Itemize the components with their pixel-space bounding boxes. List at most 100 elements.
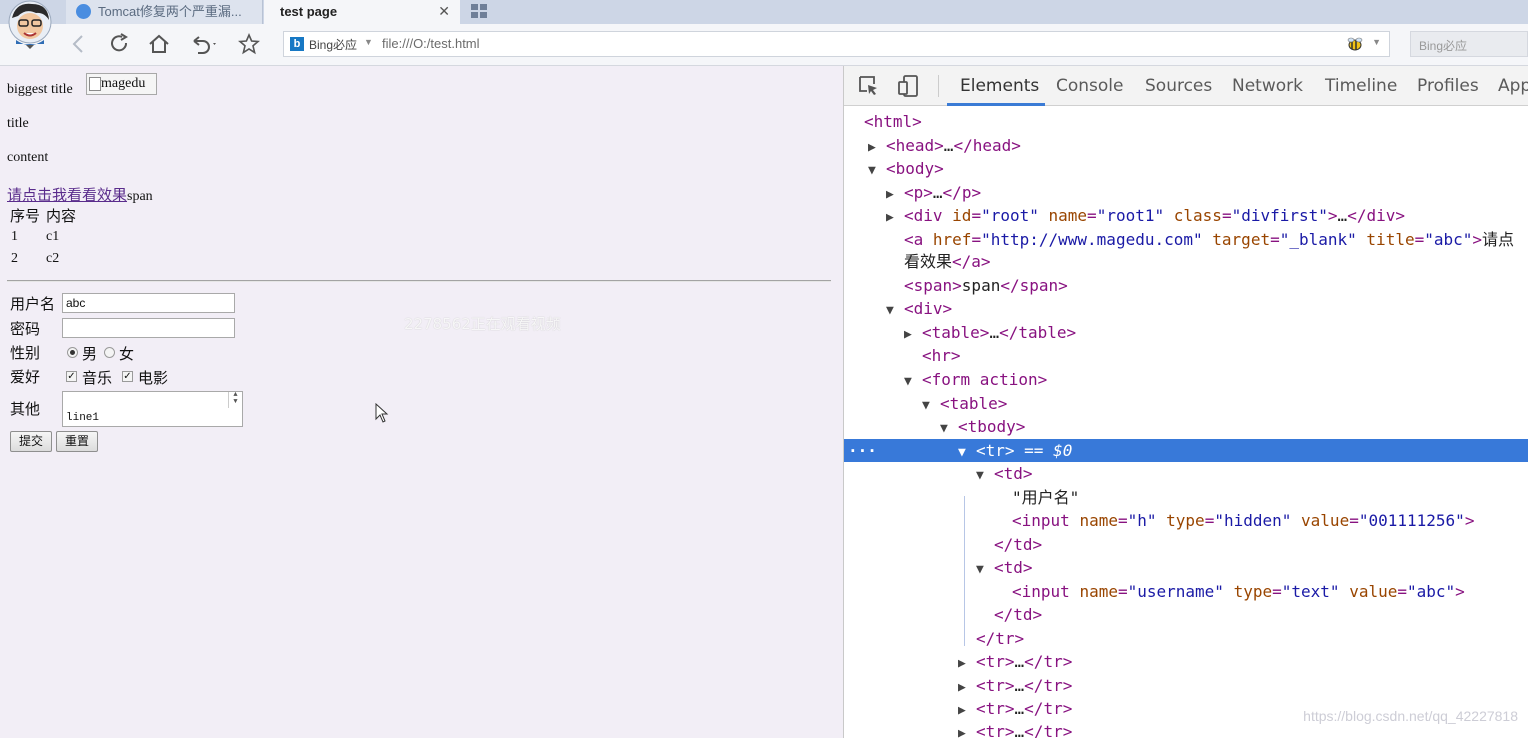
tab-elements[interactable]: Elements <box>960 76 1039 96</box>
search-box[interactable]: Bing必应 <box>1410 31 1528 57</box>
dom-node-text: <table>…</table> <box>922 323 1077 342</box>
dom-node-text: <td> <box>994 558 1033 577</box>
tab-console[interactable]: Console <box>1056 76 1124 96</box>
collapse-triangle-icon[interactable]: ▼ <box>976 464 994 487</box>
tab-tomcat[interactable]: Tomcat修复两个严重漏... <box>66 0 263 24</box>
expand-triangle-icon[interactable]: ▶ <box>886 183 904 206</box>
dom-node[interactable]: </td> <box>844 603 1528 626</box>
undo-icon[interactable] <box>188 32 220 56</box>
dom-node[interactable]: <html> <box>844 110 1528 133</box>
dom-node-text: <input name="h" type="hidden" value="001… <box>1012 511 1475 530</box>
dom-node[interactable]: ▼ <table> <box>844 392 1528 415</box>
expand-triangle-icon[interactable]: ▶ <box>886 206 904 229</box>
dom-node[interactable]: </td> <box>844 533 1528 556</box>
dom-node[interactable]: ▶ <p>…</p> <box>844 181 1528 204</box>
hobby-music-label: 音乐 <box>82 369 113 387</box>
dom-node-text: </tr> <box>976 629 1025 648</box>
dom-node-text: <div id="root" name="root1" class="divfi… <box>904 206 1405 225</box>
dom-node[interactable]: ▼ <td> <box>844 556 1528 579</box>
gender-male-radio[interactable] <box>67 347 78 358</box>
favicon-icon <box>76 4 91 19</box>
collapse-triangle-icon[interactable]: ▼ <box>922 394 940 417</box>
expand-triangle-icon[interactable]: ▶ <box>868 136 886 159</box>
dom-node[interactable]: <hr> <box>844 344 1528 367</box>
dom-node-text: <tbody> <box>958 417 1026 436</box>
dom-node[interactable]: 看效果</a> <box>844 250 1528 273</box>
dom-node[interactable]: ▶ <table>…</table> <box>844 321 1528 344</box>
tab-test-page[interactable]: test page ✕ <box>264 0 460 24</box>
dom-node[interactable]: ▶ <div id="root" name="root1" class="divf… <box>844 204 1528 227</box>
dom-node[interactable]: ▼ <tbody> <box>844 415 1528 438</box>
reset-button[interactable]: 重置 <box>56 431 98 452</box>
device-mode-icon[interactable] <box>898 75 920 97</box>
dom-node[interactable]: <a href="http://www.magedu.com" target="… <box>844 228 1528 251</box>
expand-triangle-icon[interactable]: ▶ <box>958 722 976 738</box>
page-viewport: biggest title magedu title content 请点击我看… <box>0 66 843 738</box>
magedu-link[interactable]: 请点击我看看效果 <box>7 186 127 204</box>
gender-female-radio[interactable] <box>104 347 115 358</box>
dom-node[interactable]: ▶ <tr>…</tr> <box>844 650 1528 673</box>
dom-node-text: <form action> <box>922 370 1048 389</box>
collapse-triangle-icon[interactable]: ▼ <box>868 159 886 182</box>
username-input[interactable]: abc <box>62 293 235 313</box>
dom-node-text: "用户名" <box>1012 488 1080 507</box>
dom-node[interactable]: "用户名" <box>844 486 1528 509</box>
dom-node-text: <p>…</p> <box>904 183 982 202</box>
dom-node[interactable]: ▶ <tr>…</tr> <box>844 674 1528 697</box>
expand-triangle-icon[interactable]: ▶ <box>958 652 976 675</box>
collapse-triangle-icon[interactable]: ▼ <box>940 417 958 440</box>
tab-profiles[interactable]: Profiles <box>1417 76 1479 96</box>
dom-node[interactable]: <input name="h" type="hidden" value="001… <box>844 509 1528 532</box>
inspect-element-icon[interactable] <box>858 75 880 97</box>
expand-triangle-icon[interactable]: ▶ <box>958 699 976 722</box>
tab-network[interactable]: Network <box>1232 76 1303 96</box>
password-input[interactable] <box>62 318 235 338</box>
search-engine-label[interactable]: Bing必应 <box>309 36 357 53</box>
dom-node[interactable]: <input name="username" type="text" value… <box>844 580 1528 603</box>
dom-node[interactable]: <span>span</span> <box>844 274 1528 297</box>
search-placeholder: Bing必应 <box>1419 39 1468 53</box>
dom-node-text: <input name="username" type="text" value… <box>1012 582 1465 601</box>
back-icon[interactable] <box>67 32 91 56</box>
close-icon[interactable]: ✕ <box>438 0 450 22</box>
dom-node[interactable]: ▶ <head>…</head> <box>844 134 1528 157</box>
refresh-icon[interactable] <box>107 32 131 56</box>
address-bar[interactable]: b Bing必应 ▼ file:///O:/test.html ▼ <box>283 31 1390 57</box>
collapse-triangle-icon[interactable]: ▼ <box>958 441 976 464</box>
dom-node[interactable]: ▼ <form action> <box>844 368 1528 391</box>
dom-node-text: <tr>…</tr> <box>976 652 1073 671</box>
table-cell: 1 <box>11 229 18 244</box>
dom-node[interactable]: ▼ <body> <box>844 157 1528 180</box>
chevron-down-icon[interactable]: ▼ <box>364 37 373 47</box>
collapse-triangle-icon[interactable]: ▼ <box>904 370 922 393</box>
tab-grid-icon[interactable] <box>471 4 488 18</box>
chevron-down-icon[interactable]: ▼ <box>1372 37 1381 47</box>
dom-node[interactable]: </tr> <box>844 627 1528 650</box>
dom-node[interactable]: ▼ <div> <box>844 297 1528 320</box>
favorite-star-icon[interactable] <box>237 32 261 56</box>
textarea-scroll-arrows[interactable]: ▲ ▼ <box>228 392 242 408</box>
expand-triangle-icon[interactable]: ▶ <box>904 323 922 346</box>
dom-node-selected[interactable]: ··· ▼ <tr> == $0 <box>844 439 1528 462</box>
submit-button[interactable]: 提交 <box>10 431 52 452</box>
tab-timeline[interactable]: Timeline <box>1325 76 1397 96</box>
home-icon[interactable] <box>147 32 171 56</box>
collapse-triangle-icon[interactable]: ▼ <box>886 299 904 322</box>
hobby-music-checkbox[interactable]: ✓ <box>66 371 77 382</box>
bee-extension-icon[interactable] <box>1347 37 1363 51</box>
browser-toolbar: b Bing必应 ▼ file:///O:/test.html ▼ Bing必应 <box>0 24 1528 66</box>
url-text[interactable]: file:///O:/test.html <box>382 36 480 51</box>
browser-window: Tomcat修复两个严重漏... test page ✕ b Bing必应 ▼ <box>0 0 1528 738</box>
more-options-icon[interactable]: ··· <box>848 439 877 462</box>
tab-bar: Tomcat修复两个严重漏... test page ✕ <box>0 0 1528 24</box>
dom-node[interactable]: ▼ <td> <box>844 462 1528 485</box>
expand-triangle-icon[interactable]: ▶ <box>958 676 976 699</box>
hobby-movie-checkbox[interactable]: ✓ <box>122 371 133 382</box>
other-textarea[interactable]: line1 ▲ ▼ <box>62 391 243 427</box>
mouse-cursor-icon <box>375 403 389 423</box>
tab-application[interactable]: App <box>1498 76 1528 96</box>
collapse-triangle-icon[interactable]: ▼ <box>976 558 994 581</box>
tab-sources[interactable]: Sources <box>1145 76 1212 96</box>
user-avatar-icon[interactable] <box>6 0 54 50</box>
devtools-toolbar: Elements Console Sources Network Timelin… <box>844 66 1528 106</box>
